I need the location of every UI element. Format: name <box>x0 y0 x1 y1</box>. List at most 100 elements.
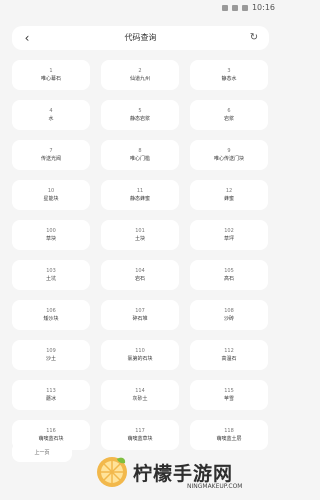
code-card[interactable]: 114 灰砂土 <box>101 380 179 410</box>
code-card[interactable]: 7 传送光阀 <box>12 140 90 170</box>
code-name: 土块 <box>134 235 145 242</box>
status-time: 10:16 <box>251 3 275 12</box>
code-name: 星能块 <box>43 195 59 202</box>
code-number: 8 <box>138 147 142 154</box>
code-card[interactable]: 10 星能块 <box>12 180 90 210</box>
code-name: 苹雪 <box>223 395 234 402</box>
code-card[interactable]: 2 仙道九州 <box>101 60 179 90</box>
watermark-title: 柠檬手游网 <box>133 463 234 485</box>
code-name: 高温石 <box>221 355 237 362</box>
code-name: 水 <box>48 115 54 122</box>
code-number: 108 <box>224 307 234 314</box>
code-card[interactable]: 9 唯心传送门块 <box>190 140 268 170</box>
code-card[interactable]: 113 蘑冰 <box>12 380 90 410</box>
code-card[interactable]: 104 岩石 <box>101 260 179 290</box>
code-number: 117 <box>135 427 145 434</box>
code-number: 4 <box>49 107 53 114</box>
code-name: 传送光阀 <box>40 155 61 162</box>
code-name: 静态蜂蜜 <box>129 195 150 202</box>
code-name: 岩石 <box>134 275 145 282</box>
page-title: 代码查询 <box>124 33 157 42</box>
code-card[interactable]: 118 萌噢蓝土层 <box>190 420 268 450</box>
code-number: 107 <box>135 307 145 314</box>
code-name: 碎石堆 <box>132 315 148 322</box>
code-grid: 1 唯心幕石 2 仙道九州 3 静态水 4水 5 静态岩浆 6 岩浆 7 传送光阀 8 唯心门… <box>12 60 269 450</box>
code-card[interactable]: 105 高石 <box>190 260 268 290</box>
status-icons: 10:16 <box>221 3 275 12</box>
code-card[interactable]: 110 氯第的石块 <box>101 340 179 370</box>
code-name: 静态岩浆 <box>129 115 150 122</box>
code-name: 高石 <box>223 275 234 282</box>
code-number: 3 <box>227 67 231 74</box>
code-number: 11 <box>136 187 144 194</box>
code-name: 唯心门槛 <box>129 155 150 162</box>
code-number: 2 <box>138 67 142 74</box>
watermark: 柠檬手游网 NINGMAKEUP.COM <box>95 455 275 495</box>
code-card[interactable]: 115 苹雪 <box>190 380 268 410</box>
code-name: 仙道九州 <box>129 75 150 82</box>
code-name: 唯心幕石 <box>40 75 61 82</box>
code-number: 105 <box>224 267 234 274</box>
code-card[interactable]: 117 萌噢蓝草块 <box>101 420 179 450</box>
code-number: 12 <box>225 187 233 194</box>
code-number: 9 <box>227 147 231 154</box>
code-number: 109 <box>46 347 56 354</box>
code-number: 100 <box>46 227 56 234</box>
code-card[interactable]: 5 静态岩浆 <box>101 100 179 130</box>
code-card[interactable]: 3 静态水 <box>190 60 268 90</box>
wifi-icon <box>221 4 228 11</box>
code-number: 103 <box>46 267 56 274</box>
code-name: 沙土 <box>45 355 56 362</box>
code-name: 唯心传送门块 <box>213 155 244 162</box>
code-card[interactable]: 11 静态蜂蜜 <box>101 180 179 210</box>
code-number: 1 <box>49 67 53 74</box>
code-name: 矮沙块 <box>43 315 59 322</box>
code-number: 7 <box>49 147 53 154</box>
signal-icon <box>231 4 238 11</box>
code-name: 蜂蜜 <box>223 195 234 202</box>
code-card[interactable]: 109 沙土 <box>12 340 90 370</box>
code-card[interactable]: 106 矮沙块 <box>12 300 90 330</box>
code-card[interactable]: 101 土块 <box>101 220 179 250</box>
code-name: 灰砂土 <box>132 395 148 402</box>
code-name: 土坑 <box>45 275 56 282</box>
code-number: 5 <box>138 107 142 114</box>
code-number: 116 <box>46 427 56 434</box>
prev-page-button[interactable]: 上一页 <box>12 442 72 462</box>
code-card[interactable]: 4水 <box>12 100 90 130</box>
code-card[interactable]: 8 唯心门槛 <box>101 140 179 170</box>
code-number: 106 <box>46 307 56 314</box>
code-card[interactable]: 12 蜂蜜 <box>190 180 268 210</box>
lemon-logo-icon <box>97 457 127 487</box>
code-number: 10 <box>47 187 55 194</box>
code-number: 104 <box>135 267 145 274</box>
code-number: 101 <box>135 227 145 234</box>
code-card[interactable]: 6 岩浆 <box>190 100 268 130</box>
code-number: 115 <box>224 387 234 394</box>
code-name: 沙砖 <box>223 315 234 322</box>
code-number: 113 <box>46 387 56 394</box>
refresh-icon: ↻ <box>249 32 259 43</box>
code-card[interactable]: 102 草坪 <box>190 220 268 250</box>
watermark-subtitle: NINGMAKEUP.COM <box>187 483 243 490</box>
code-card[interactable]: 103 土坑 <box>12 260 90 290</box>
code-number: 114 <box>135 387 145 394</box>
code-number: 6 <box>227 107 231 114</box>
code-card[interactable]: 108 沙砖 <box>190 300 268 330</box>
code-number: 112 <box>224 347 234 354</box>
code-name: 草坪 <box>223 235 234 242</box>
code-name: 蘑冰 <box>45 395 56 402</box>
code-card[interactable]: 112 高温石 <box>190 340 268 370</box>
code-card[interactable]: 1 唯心幕石 <box>12 60 90 90</box>
code-name: 静态水 <box>221 75 237 82</box>
code-name: 萌噢蓝草块 <box>127 435 153 442</box>
code-card[interactable]: 107 碎石堆 <box>101 300 179 330</box>
code-name: 岩浆 <box>223 115 234 122</box>
code-card[interactable]: 100 草块 <box>12 220 90 250</box>
refresh-button[interactable]: ↻ <box>245 29 263 47</box>
code-name: 萌噢蓝土层 <box>216 435 242 442</box>
code-number: 110 <box>135 347 145 354</box>
code-name: 氯第的石块 <box>127 355 153 362</box>
battery-icon <box>241 4 248 11</box>
code-number: 118 <box>224 427 234 434</box>
